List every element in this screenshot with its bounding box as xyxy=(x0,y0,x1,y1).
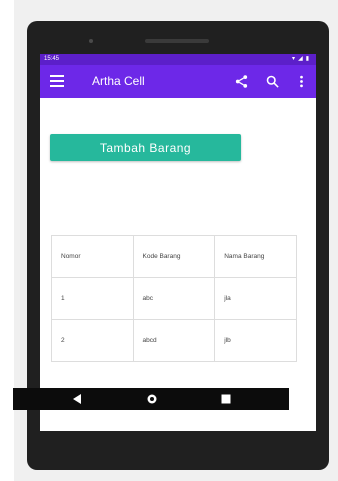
column-header-kode-barang: Kode Barang xyxy=(132,235,216,278)
table-header-row: Nomor Kode Barang Nama Barang xyxy=(51,235,297,278)
device-screen: 15:45 ▾◢▮ Artha Cell Tambah Barang Nomor… xyxy=(40,54,316,431)
speaker-grille xyxy=(145,39,209,43)
status-bar: 15:45 ▾◢▮ xyxy=(40,54,316,65)
table-row[interactable]: 1 abc jla xyxy=(51,277,297,320)
camera-dot xyxy=(89,39,93,43)
signal-icon: ◢ xyxy=(298,56,306,62)
cell-nomor: 2 xyxy=(51,319,134,362)
cell-nama-barang: jlb xyxy=(214,319,297,362)
table-row[interactable]: 2 abcd jlb xyxy=(51,319,297,362)
app-bar: Artha Cell xyxy=(40,65,316,98)
cell-nama-barang: jla xyxy=(214,277,297,320)
cell-kode-barang: abcd xyxy=(132,319,216,362)
status-icons: ▾◢▮ xyxy=(292,54,312,65)
navigation-bar xyxy=(13,388,289,410)
search-icon[interactable] xyxy=(265,74,280,89)
tambah-barang-button[interactable]: Tambah Barang xyxy=(50,134,241,161)
more-vert-icon[interactable] xyxy=(294,74,309,89)
recents-icon[interactable] xyxy=(220,393,232,405)
battery-icon: ▮ xyxy=(305,56,312,62)
app-title: Artha Cell xyxy=(92,74,145,88)
column-header-nama-barang: Nama Barang xyxy=(214,235,297,278)
status-time: 15:45 xyxy=(44,56,60,62)
cell-nomor: 1 xyxy=(51,277,134,320)
cell-kode-barang: abc xyxy=(132,277,216,320)
barang-table: Nomor Kode Barang Nama Barang 1 abc jla … xyxy=(51,235,297,362)
menu-icon[interactable] xyxy=(50,75,64,87)
column-header-nomor: Nomor xyxy=(51,235,134,278)
share-icon[interactable] xyxy=(234,74,249,89)
page: 15:45 ▾◢▮ Artha Cell Tambah Barang Nomor… xyxy=(0,0,338,481)
back-icon[interactable] xyxy=(71,393,83,405)
home-icon[interactable] xyxy=(146,393,158,405)
